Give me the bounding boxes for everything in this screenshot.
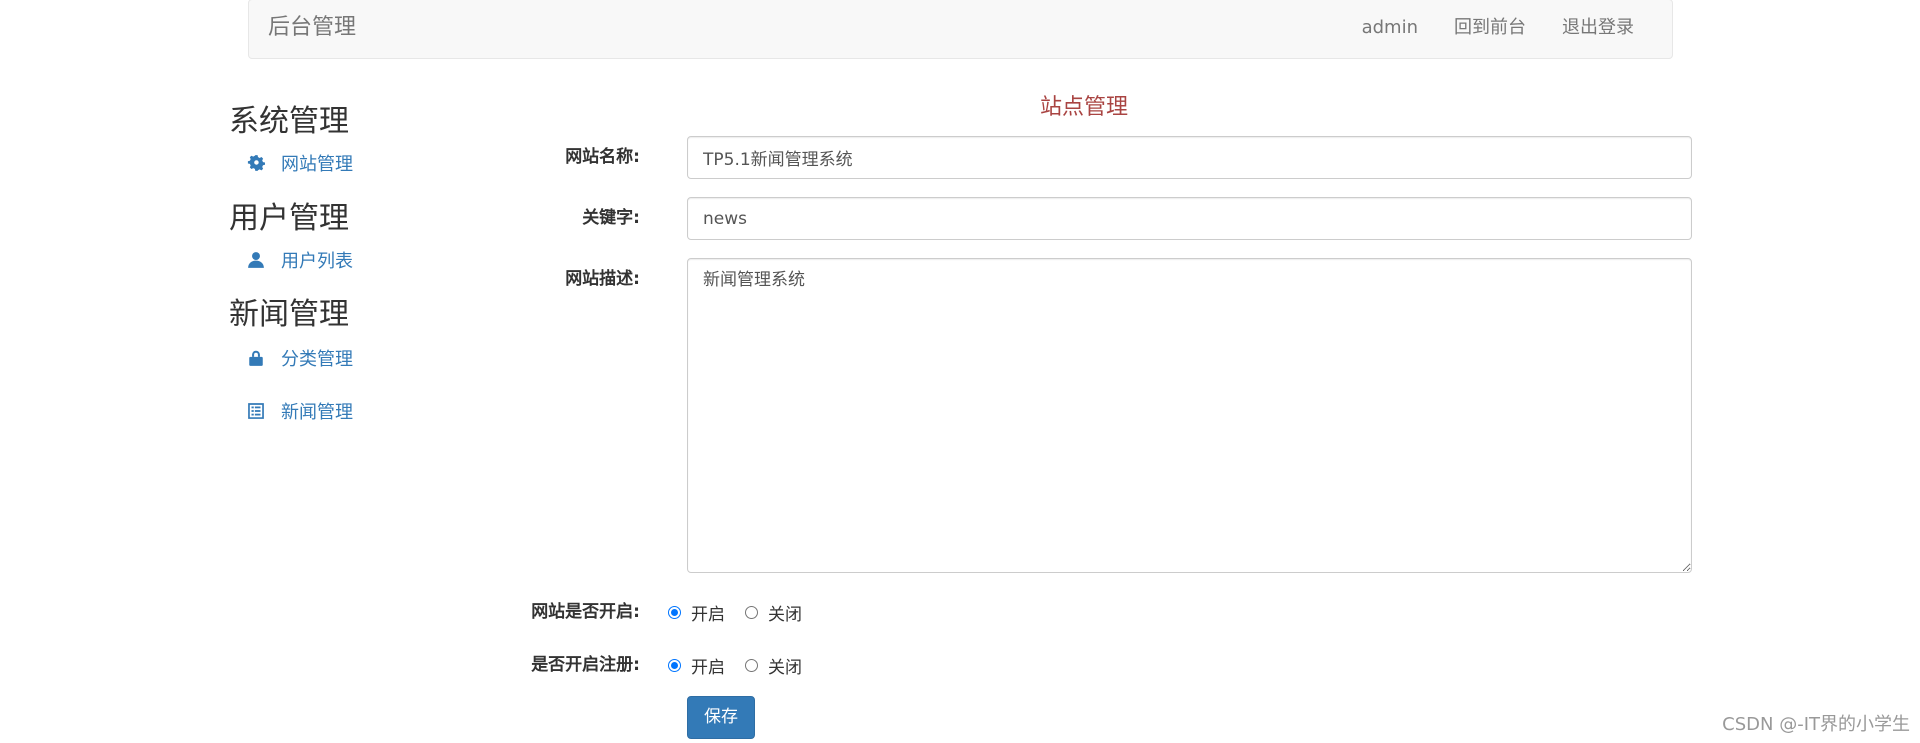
register-open-on-label[interactable]: 开启: [691, 653, 725, 678]
register-open-label: 是否开启注册:: [531, 655, 640, 675]
sidebar-item-label: 新闻管理: [281, 402, 353, 423]
navbar-links: admin 回到前台 退出登录: [1362, 17, 1634, 39]
sidebar-item-label: 分类管理: [281, 349, 353, 370]
save-button[interactable]: 保存: [687, 696, 755, 739]
list-icon: [247, 402, 265, 420]
watermark-text: CSDN @-IT界的小学生: [1722, 714, 1910, 735]
site-open-off-radio[interactable]: [745, 605, 758, 619]
sidebar: 系统管理 网站管理 用户管理 用户列表 新闻管理 分类管理 新闻管理: [229, 104, 529, 424]
sidebar-item-category-management[interactable]: 分类管理: [247, 345, 529, 371]
description-label: 网站描述:: [565, 269, 640, 289]
top-navbar: 后台管理 admin 回到前台 退出登录: [248, 0, 1673, 59]
sidebar-heading-system: 系统管理: [229, 104, 349, 139]
register-open-off-label[interactable]: 关闭: [768, 653, 802, 678]
register-open-off-radio[interactable]: [745, 658, 758, 672]
register-open-radio-group: 开启 关闭: [668, 653, 822, 678]
brand-link[interactable]: 后台管理: [268, 15, 356, 41]
keywords-label: 关键字:: [582, 208, 640, 228]
back-to-frontend-link[interactable]: 回到前台: [1454, 17, 1526, 39]
site-open-label: 网站是否开启:: [531, 602, 640, 622]
site-open-radio-group: 开启 关闭: [668, 600, 822, 625]
register-open-on-radio[interactable]: [668, 658, 681, 672]
site-open-on-radio[interactable]: [668, 605, 681, 619]
sidebar-item-site-management[interactable]: 网站管理: [247, 150, 529, 176]
site-open-on-label[interactable]: 开启: [691, 600, 725, 625]
page-title: 站点管理: [1040, 95, 1129, 120]
sidebar-item-label: 用户列表: [281, 251, 353, 272]
sidebar-item-news-management[interactable]: 新闻管理: [247, 398, 529, 424]
sidebar-heading-news: 新闻管理: [229, 297, 349, 332]
lock-icon: [247, 349, 265, 367]
keywords-input[interactable]: [687, 197, 1692, 240]
sidebar-item-label: 网站管理: [281, 154, 353, 175]
sidebar-item-user-list[interactable]: 用户列表: [247, 247, 529, 273]
site-name-label: 网站名称:: [565, 147, 640, 167]
description-textarea[interactable]: 新闻管理系统: [687, 258, 1692, 573]
sidebar-heading-users: 用户管理: [229, 201, 349, 236]
admin-user-link[interactable]: admin: [1362, 17, 1418, 39]
gear-icon: [247, 154, 265, 172]
site-name-input[interactable]: [687, 136, 1692, 179]
site-open-off-label[interactable]: 关闭: [768, 600, 802, 625]
user-icon: [247, 251, 265, 269]
admin-page: 后台管理 admin 回到前台 退出登录 系统管理 网站管理 用户管理 用户列表…: [0, 0, 1920, 743]
logout-link[interactable]: 退出登录: [1562, 17, 1634, 39]
